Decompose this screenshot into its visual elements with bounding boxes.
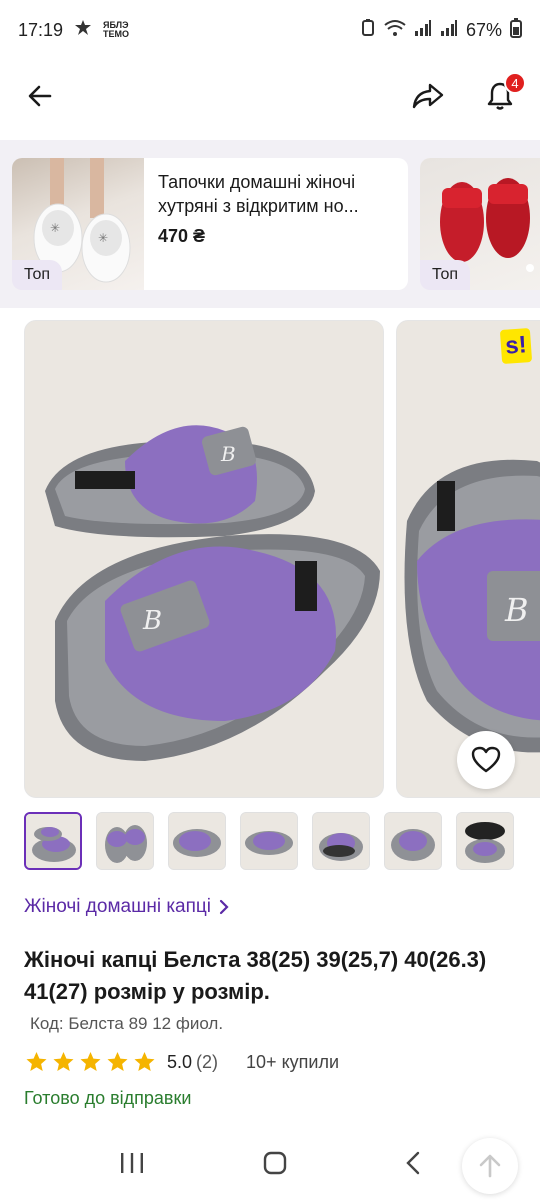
reco-card[interactable]: Топ	[420, 158, 540, 290]
star-icon	[26, 1052, 47, 1071]
chevron-right-icon	[219, 899, 229, 915]
status-bar: 17:19 ЯБЛЭ ТЕМО 67%	[0, 0, 540, 60]
share-icon	[412, 83, 444, 109]
notifications-badge: 4	[504, 72, 526, 94]
arrow-up-icon	[479, 1154, 501, 1178]
bought-count: 10+ купили	[246, 1051, 340, 1072]
product-code: Код: Белста 89 12 фиол.	[30, 1014, 224, 1033]
brand-logo: s!	[499, 327, 533, 365]
status-time: 17:19	[18, 19, 64, 40]
favorite-button[interactable]	[457, 731, 515, 789]
system-nav-bar	[0, 1130, 540, 1200]
home-button[interactable]	[262, 1150, 288, 1181]
share-button[interactable]	[410, 78, 446, 114]
category-label: Жіночі домашні капці	[24, 896, 212, 917]
chevron-left-icon	[406, 1151, 420, 1174]
battery-icon	[510, 17, 522, 43]
scroll-to-top-button[interactable]	[462, 1138, 518, 1194]
battery-saver-icon	[360, 18, 376, 42]
thumbnail[interactable]	[312, 812, 370, 870]
temu-badge: ЯБЛЭ ТЕМО	[103, 20, 130, 39]
product-photo[interactable]: B s!	[396, 320, 540, 798]
thumbnail[interactable]	[168, 812, 226, 870]
recent-apps-icon	[121, 1152, 143, 1173]
back-nav-button[interactable]	[404, 1150, 422, 1181]
svg-text:✳: ✳	[98, 231, 108, 245]
reco-price: 470 ₴	[158, 226, 206, 246]
rating-stars	[24, 1050, 157, 1074]
review-count: (2)	[196, 1051, 219, 1072]
thumbnail[interactable]	[96, 812, 154, 870]
wifi-icon	[384, 19, 406, 42]
signal-icon-2	[440, 19, 458, 42]
rating-value: 5.0	[167, 1051, 193, 1072]
svg-text:B: B	[142, 606, 162, 636]
top-tag: Топ	[12, 260, 63, 290]
recommendation-strip: ✳ ✳ Топ Тапочки домашні жіночі хутряні з…	[0, 140, 540, 308]
arrow-left-icon	[28, 85, 52, 107]
reco-card[interactable]: ✳ ✳ Топ Тапочки домашні жіночі хутряні з…	[12, 158, 408, 290]
svg-text:B: B	[220, 442, 236, 466]
thumbnail[interactable]	[24, 812, 82, 870]
top-tag: Топ	[420, 260, 471, 290]
star-icon	[53, 1052, 74, 1071]
signal-icon	[414, 19, 432, 42]
rating-row[interactable]: 5.0 (2) 10+ купили	[24, 1050, 339, 1074]
thumbnail[interactable]	[240, 812, 298, 870]
star-icon	[107, 1052, 128, 1071]
recent-apps-button[interactable]	[118, 1151, 146, 1180]
svg-text:B: B	[504, 591, 529, 629]
back-button[interactable]	[22, 78, 58, 114]
battery-level: 67%	[465, 19, 502, 40]
thumbnail-strip	[24, 812, 514, 870]
reco-title: Тапочки домашні жіночі хутряні з відкрит…	[158, 172, 359, 216]
category-link[interactable]: Жіночі домашні капці	[24, 896, 229, 918]
product-photo[interactable]: B B	[24, 320, 384, 798]
reco-product-image: Топ	[420, 158, 540, 290]
app-bar: 4	[0, 60, 540, 132]
app-notification-icon	[73, 18, 93, 43]
product-title: Жіночі капці Белста 38(25) 39(25,7) 40(2…	[24, 947, 487, 1004]
availability-status: Готово до відправки	[24, 1088, 192, 1108]
home-icon	[263, 1151, 287, 1174]
star-icon	[80, 1052, 101, 1071]
thumbnail[interactable]	[456, 812, 514, 870]
notifications-button[interactable]: 4	[482, 72, 526, 114]
star-icon	[134, 1052, 155, 1071]
thumbnail[interactable]	[384, 812, 442, 870]
heart-icon	[471, 746, 501, 773]
product-gallery[interactable]: B B B s!	[0, 320, 540, 800]
reco-product-image: ✳ ✳ Топ	[12, 158, 144, 290]
svg-text:✳: ✳	[50, 221, 60, 235]
